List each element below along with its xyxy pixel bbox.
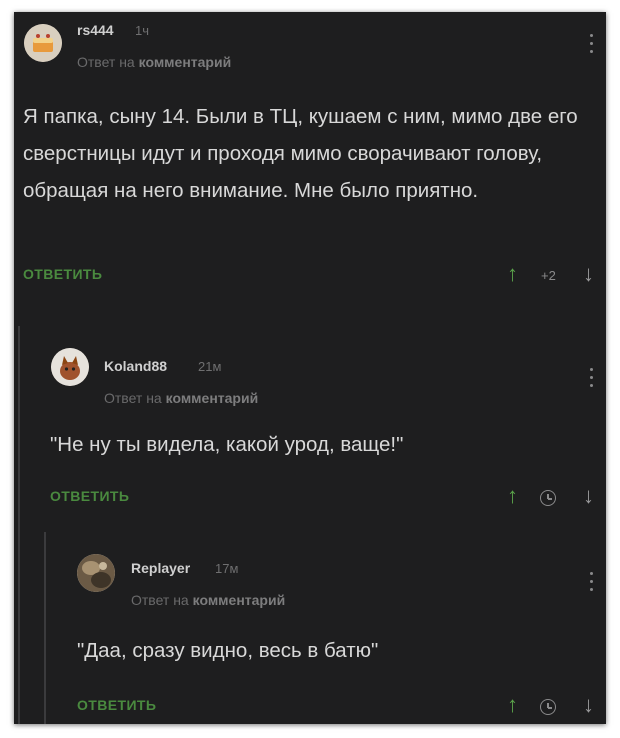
reply-prefix: Ответ на bbox=[131, 592, 189, 608]
more-icon[interactable] bbox=[588, 368, 594, 394]
comment: rs444 1ч Ответ на комментарий Я папка, с… bbox=[14, 12, 606, 317]
avatar[interactable] bbox=[51, 348, 89, 386]
reply-button[interactable]: ОТВЕТИТЬ bbox=[77, 697, 156, 713]
reply-prefix: Ответ на bbox=[77, 54, 135, 70]
downvote-icon[interactable]: ↓ bbox=[583, 263, 594, 285]
reply-button[interactable]: ОТВЕТИТЬ bbox=[23, 266, 102, 282]
photo-avatar-icon bbox=[77, 554, 115, 592]
reply-target-link[interactable]: комментарий bbox=[193, 592, 286, 608]
comment-text: "Не ну ты видела, какой урод, ваще!" bbox=[50, 433, 404, 456]
upvote-icon[interactable]: ↑ bbox=[507, 263, 518, 285]
clock-icon[interactable] bbox=[540, 699, 556, 715]
downvote-icon[interactable]: ↓ bbox=[583, 485, 594, 507]
rating-count: +2 bbox=[541, 268, 556, 283]
username[interactable]: Koland88 bbox=[104, 358, 167, 374]
comment-text: Я папка, сыну 14. Были в ТЦ, кушаем с ни… bbox=[23, 105, 578, 202]
comment: Replayer 17м Ответ на комментарий "Даа, … bbox=[14, 532, 606, 724]
reply-target-link[interactable]: комментарий bbox=[139, 54, 232, 70]
username[interactable]: rs444 bbox=[77, 22, 114, 38]
reply-target-link[interactable]: комментарий bbox=[166, 390, 259, 406]
cat-avatar-icon bbox=[51, 348, 89, 386]
comment: Koland88 21м Ответ на комментарий "Не ну… bbox=[14, 330, 606, 520]
cake-avatar-icon bbox=[24, 24, 62, 62]
more-icon[interactable] bbox=[588, 34, 594, 60]
upvote-icon[interactable]: ↑ bbox=[507, 485, 518, 507]
reply-prefix: Ответ на bbox=[104, 390, 162, 406]
more-icon[interactable] bbox=[588, 572, 594, 598]
timestamp: 21м bbox=[198, 359, 222, 374]
clock-icon[interactable] bbox=[540, 490, 556, 506]
comment-thread: rs444 1ч Ответ на комментарий Я папка, с… bbox=[14, 12, 606, 724]
reply-button[interactable]: ОТВЕТИТЬ bbox=[50, 488, 129, 504]
upvote-icon[interactable]: ↑ bbox=[507, 694, 518, 716]
downvote-icon[interactable]: ↓ bbox=[583, 694, 594, 716]
timestamp: 17м bbox=[215, 561, 239, 576]
avatar[interactable] bbox=[24, 24, 62, 62]
timestamp: 1ч bbox=[135, 23, 150, 38]
avatar[interactable] bbox=[77, 554, 115, 592]
comment-text: "Даа, сразу видно, весь в батю" bbox=[77, 639, 379, 662]
username[interactable]: Replayer bbox=[131, 560, 190, 576]
reply-to: Ответ на комментарий bbox=[104, 390, 258, 406]
reply-to: Ответ на комментарий bbox=[77, 54, 231, 70]
reply-to: Ответ на комментарий bbox=[131, 592, 285, 608]
